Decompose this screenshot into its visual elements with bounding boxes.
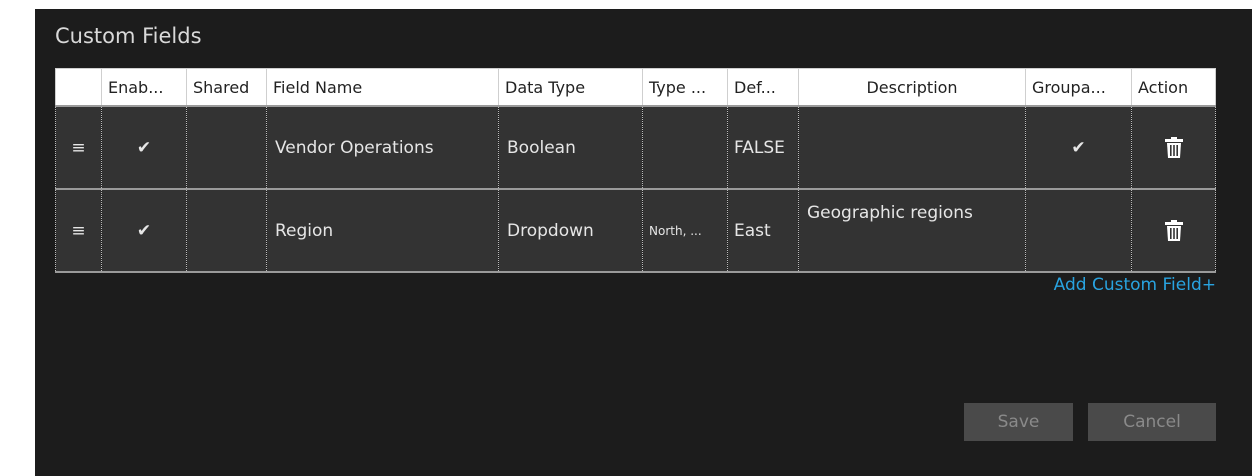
panel-title: Custom Fields: [55, 24, 202, 48]
data-type-cell[interactable]: Boolean: [498, 105, 643, 190]
default-cell[interactable]: East: [727, 189, 799, 273]
delete-row-button[interactable]: [1131, 105, 1216, 190]
column-header-description[interactable]: Description: [798, 68, 1026, 107]
column-header-enabled[interactable]: Enab...: [101, 68, 187, 107]
table-row[interactable]: ≡ ✔ Vendor Operations Boolean FALSE ✔: [55, 105, 1216, 190]
custom-fields-table: Enab... Shared Field Name Data Type Type…: [55, 68, 1216, 273]
table-header-row: Enab... Shared Field Name Data Type Type…: [55, 68, 1216, 107]
table-row[interactable]: ≡ ✔ Region Dropdown North, ... East Geog…: [55, 189, 1216, 273]
enabled-check-icon[interactable]: ✔: [101, 105, 187, 190]
cancel-button[interactable]: Cancel: [1088, 403, 1216, 441]
type-values-cell[interactable]: North, ...: [642, 189, 728, 273]
shared-cell[interactable]: [186, 105, 267, 190]
drag-handle-icon[interactable]: ≡: [55, 105, 102, 190]
trash-icon: [1133, 137, 1215, 158]
column-header-data-type[interactable]: Data Type: [498, 68, 643, 107]
add-custom-field-link[interactable]: Add Custom Field+: [1054, 275, 1216, 295]
delete-row-button[interactable]: [1131, 189, 1216, 273]
column-header-handle: [55, 68, 102, 107]
column-header-shared[interactable]: Shared: [186, 68, 267, 107]
shared-cell[interactable]: [186, 189, 267, 273]
save-button[interactable]: Save: [964, 403, 1073, 441]
column-header-type-values[interactable]: Type ...: [642, 68, 728, 107]
field-name-cell[interactable]: Vendor Operations: [266, 105, 499, 190]
column-header-default[interactable]: Def...: [727, 68, 799, 107]
description-cell[interactable]: Geographic regions: [798, 189, 1026, 273]
column-header-action: Action: [1131, 68, 1216, 107]
groupable-check-icon[interactable]: [1025, 189, 1132, 273]
drag-handle-icon[interactable]: ≡: [55, 189, 102, 273]
trash-icon: [1133, 220, 1215, 241]
type-values-cell[interactable]: [642, 105, 728, 190]
column-header-field-name[interactable]: Field Name: [266, 68, 499, 107]
custom-fields-panel: Custom Fields Enab... Shared Field Name …: [35, 9, 1252, 476]
groupable-check-icon[interactable]: ✔: [1025, 105, 1132, 190]
default-cell[interactable]: FALSE: [727, 105, 799, 190]
column-header-groupable[interactable]: Groupa...: [1025, 68, 1132, 107]
enabled-check-icon[interactable]: ✔: [101, 189, 187, 273]
description-cell[interactable]: [798, 105, 1026, 190]
data-type-cell[interactable]: Dropdown: [498, 189, 643, 273]
field-name-cell[interactable]: Region: [266, 189, 499, 273]
